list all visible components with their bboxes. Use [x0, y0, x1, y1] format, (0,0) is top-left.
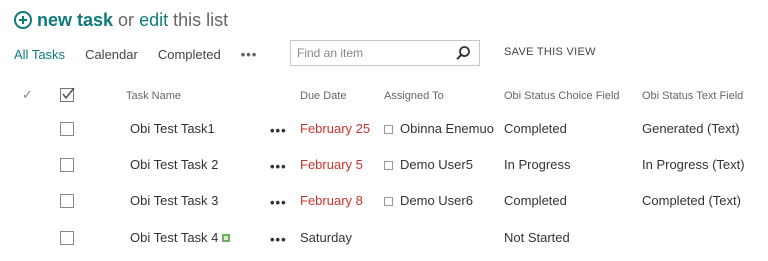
assigned-to-name[interactable]: Demo User6	[400, 193, 473, 208]
select-column-header[interactable]: ✓	[22, 87, 33, 103]
search-box	[290, 40, 480, 66]
assigned-to: Obinna Enemuo	[384, 121, 494, 136]
status-choice: Completed	[504, 121, 567, 136]
table-row[interactable]: Obi Test Task1 ••• February 25 Obinna En…	[0, 117, 768, 141]
column-header-assigned-to[interactable]: Assigned To	[384, 90, 444, 102]
item-actions-button[interactable]: •••	[270, 195, 287, 210]
row-checkbox[interactable]	[60, 158, 74, 172]
presence-icon	[384, 197, 393, 206]
table-row[interactable]: Obi Test Task 2 ••• February 5 Demo User…	[0, 153, 768, 177]
column-header-task-name[interactable]: Task Name	[126, 90, 181, 102]
status-text: Generated (Text)	[642, 121, 740, 136]
table-header: ✓ Task Name Due Date Assigned To Obi Sta…	[0, 85, 768, 109]
item-actions-button[interactable]: •••	[270, 159, 287, 174]
task-name-link[interactable]: Obi Test Task 4	[130, 230, 218, 245]
status-text: Completed (Text)	[642, 193, 741, 208]
view-calendar[interactable]: Calendar	[85, 47, 138, 62]
task-name-link[interactable]: Obi Test Task 2	[130, 157, 218, 172]
more-views-button[interactable]: •••	[241, 47, 258, 62]
task-name-cell: Obi Test Task 4	[130, 230, 231, 245]
status-choice: In Progress	[504, 157, 571, 172]
task-name-link[interactable]: Obi Test Task1	[130, 121, 215, 136]
column-header-status-text[interactable]: Obi Status Text Field	[642, 90, 743, 102]
due-date: February 25	[300, 121, 371, 136]
assigned-to-name[interactable]: Obinna Enemuo	[400, 121, 494, 136]
view-all-tasks[interactable]: All Tasks	[14, 47, 65, 62]
or-text: or	[118, 9, 135, 30]
presence-icon	[384, 161, 393, 170]
due-date: February 8	[300, 193, 363, 208]
table-row[interactable]: Obi Test Task 3 ••• February 8 Demo User…	[0, 189, 768, 213]
row-checkbox[interactable]	[60, 194, 74, 208]
search-input[interactable]	[291, 41, 457, 65]
list-command-heading: new task or edit this list	[14, 8, 228, 32]
this-list-text: this list	[173, 9, 229, 30]
column-header-due-date[interactable]: Due Date	[300, 90, 346, 102]
due-date: February 5	[300, 157, 363, 172]
table-row[interactable]: Obi Test Task 4 ••• Saturday Not Started	[0, 226, 768, 250]
new-item-icon	[222, 234, 231, 242]
assigned-to-name[interactable]: Demo User5	[400, 157, 473, 172]
view-selector: All Tasks Calendar Completed •••	[14, 44, 257, 64]
view-completed[interactable]: Completed	[158, 47, 221, 62]
status-choice: Completed	[504, 193, 567, 208]
plus-circle-icon[interactable]	[14, 11, 32, 29]
select-all-checkbox[interactable]	[60, 87, 75, 102]
new-task-link[interactable]: new task	[37, 10, 113, 31]
task-list-page: new task or edit this list All Tasks Cal…	[0, 0, 768, 261]
save-view-button[interactable]: SAVE THIS VIEW	[504, 46, 596, 58]
edit-list-link[interactable]: edit	[139, 10, 168, 31]
task-name-link[interactable]: Obi Test Task 3	[130, 193, 218, 208]
column-header-status-choice[interactable]: Obi Status Choice Field	[504, 90, 620, 102]
item-actions-button[interactable]: •••	[270, 232, 287, 247]
row-checkbox[interactable]	[60, 231, 74, 245]
row-checkbox[interactable]	[60, 122, 74, 136]
status-choice: Not Started	[504, 230, 570, 245]
due-date: Saturday	[300, 230, 353, 245]
presence-icon	[384, 125, 393, 134]
status-text: In Progress (Text)	[642, 157, 745, 172]
item-actions-button[interactable]: •••	[270, 123, 287, 138]
assigned-to: Demo User5	[384, 157, 473, 172]
search-icon[interactable]	[455, 45, 471, 61]
assigned-to: Demo User6	[384, 193, 473, 208]
checkmark-icon	[62, 87, 75, 100]
